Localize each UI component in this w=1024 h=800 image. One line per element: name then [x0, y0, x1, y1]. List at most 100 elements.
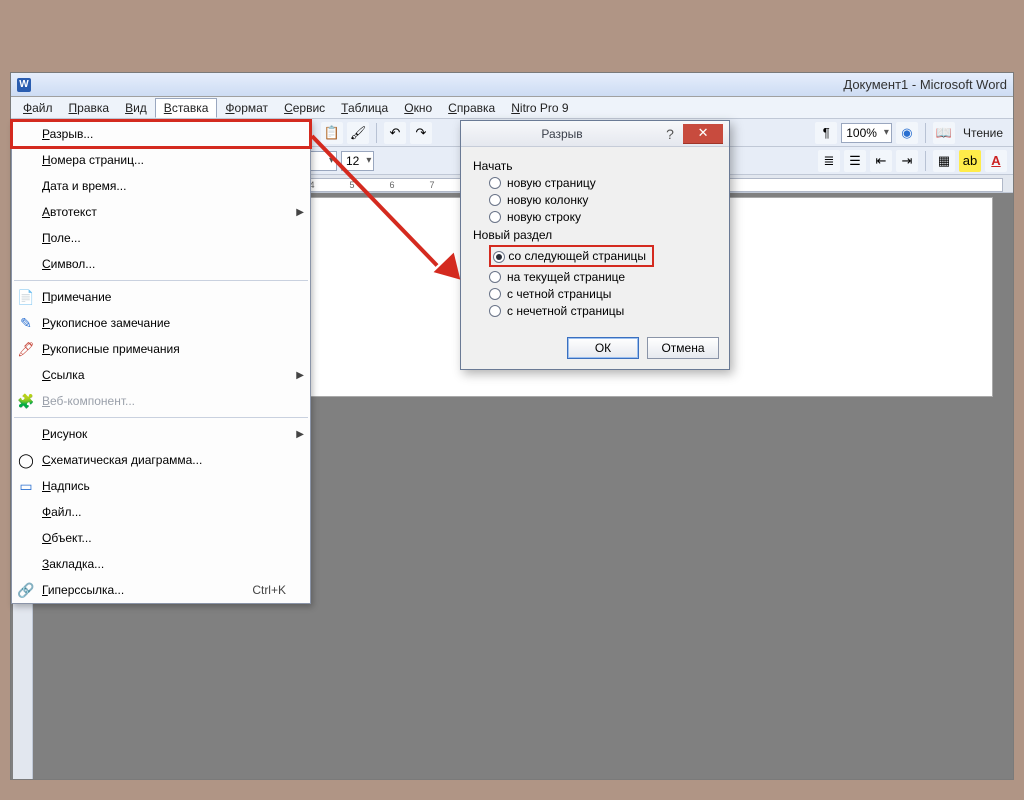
radio-label: с нечетной страницы	[507, 304, 624, 318]
borders-icon[interactable]: ▦	[933, 150, 955, 172]
menu-item[interactable]: 🖊 Рукописные примечания	[12, 336, 310, 362]
group-begin-label: Начать	[473, 159, 717, 173]
menu-правка[interactable]: Правка	[61, 99, 118, 117]
radio-icon	[489, 271, 501, 283]
menu-item-label: Надпись	[42, 479, 90, 493]
fontsize-value: 12	[346, 154, 359, 168]
radio-option[interactable]: новую страницу	[489, 176, 717, 190]
menu-вид[interactable]: Вид	[117, 99, 155, 117]
menu-item[interactable]: ✎Рукописное замечание	[12, 310, 310, 336]
selected-radio-highlight: со следующей страницы	[489, 245, 654, 267]
menu-item-label: Номера страниц...	[42, 153, 144, 167]
ink-note-icon: ✎	[17, 314, 35, 332]
menu-item[interactable]: ◯ Схематическая диаграмма...	[12, 447, 310, 473]
chevron-right-icon: ▶	[296, 207, 304, 218]
menu-item[interactable]: Дата и время...	[12, 173, 310, 199]
menu-формат[interactable]: Формат	[217, 99, 276, 117]
menu-item-label: Объект...	[42, 531, 92, 545]
menu-окно[interactable]: Окно	[396, 99, 440, 117]
group-section-label: Новый раздел	[473, 228, 717, 242]
radio-option[interactable]: новую строку	[489, 210, 717, 224]
menu-item[interactable]: Поле...	[12, 225, 310, 251]
reading-label[interactable]: Чтение	[959, 126, 1007, 140]
radio-label: на текущей странице	[507, 270, 625, 284]
word-icon: W	[17, 78, 31, 92]
menu-item-label: Примечание	[42, 290, 111, 304]
bullets-icon[interactable]: ≣	[818, 150, 840, 172]
radio-label: новую колонку	[507, 193, 588, 207]
menu-сервис[interactable]: Сервис	[276, 99, 333, 117]
radio-icon	[489, 194, 501, 206]
insert-menu-dropdown: Разрыв... Номера страниц... Дата и время..…	[11, 120, 311, 604]
pilcrow-icon[interactable]: ¶	[815, 122, 837, 144]
dialog-titlebar: Разрыв ? ✕	[461, 121, 729, 147]
menu-item-label: Рукописные примечания	[42, 342, 180, 356]
increase-indent-icon[interactable]: ⇥	[896, 150, 918, 172]
chevron-right-icon: ▶	[296, 429, 304, 440]
menu-item[interactable]: Номера страниц...	[12, 147, 310, 173]
note-icon: 📄	[17, 288, 35, 306]
menu-справка[interactable]: Справка	[440, 99, 503, 117]
menu-item[interactable]: ▭ Надпись	[12, 473, 310, 499]
menu-item: 🧩 Веб-компонент...	[12, 388, 310, 414]
menubar: ФайлПравкаВидВставкаФорматСервисТаблицаО…	[11, 97, 1013, 119]
format-painter-icon[interactable]: 🖌	[347, 122, 369, 144]
redo-icon[interactable]: ↷	[410, 122, 432, 144]
zoom-combo[interactable]: 100%	[841, 123, 892, 143]
chevron-right-icon: ▶	[296, 370, 304, 381]
break-dialog: Разрыв ? ✕ Начать новую страницу новую ко…	[460, 120, 730, 370]
menu-item[interactable]: Файл...	[12, 499, 310, 525]
menu-item-label: Схематическая диаграмма...	[42, 453, 202, 467]
help-icon[interactable]: ◉	[896, 122, 918, 144]
menu-item-label: Разрыв...	[42, 127, 93, 141]
radio-label: с четной страницы	[507, 287, 611, 301]
dialog-close-button[interactable]: ✕	[683, 124, 723, 144]
web-icon: 🧩	[17, 392, 35, 410]
radio-option[interactable]: с четной страницы	[489, 287, 717, 301]
menu-вставка[interactable]: Вставка	[155, 98, 218, 118]
highlight-icon[interactable]: ab	[959, 150, 981, 172]
menu-таблица[interactable]: Таблица	[333, 99, 396, 117]
radio-label: со следующей страницы	[508, 249, 646, 263]
paste-icon[interactable]: 📋	[321, 122, 343, 144]
menu-item[interactable]: Объект...	[12, 525, 310, 551]
menu-item-label: Гиперссылка...	[42, 583, 124, 597]
radio-option[interactable]: со следующей страницы	[489, 245, 717, 267]
menu-item[interactable]: Автотекст ▶	[12, 199, 310, 225]
radio-icon	[489, 288, 501, 300]
menu-item[interactable]: Разрыв...	[12, 121, 310, 147]
menu-item-label: Дата и время...	[42, 179, 126, 193]
menu-item-label: Веб-компонент...	[42, 394, 135, 408]
menu-nitro pro 9[interactable]: Nitro Pro 9	[503, 99, 576, 117]
radio-icon	[493, 251, 505, 263]
dialog-help-button[interactable]: ?	[657, 126, 683, 142]
menu-item[interactable]: Ссылка▶	[12, 362, 310, 388]
diagram-icon: ◯	[17, 451, 35, 469]
menu-item[interactable]: Закладка...	[12, 551, 310, 577]
cancel-button[interactable]: Отмена	[647, 337, 719, 359]
radio-icon	[489, 211, 501, 223]
radio-label: новую строку	[507, 210, 581, 224]
titlebar: W Документ1 - Microsoft Word	[11, 73, 1013, 97]
menu-item-label: Файл...	[42, 505, 82, 519]
window-title: Документ1 - Microsoft Word	[843, 77, 1007, 92]
menu-item-label: Автотекст	[42, 205, 97, 219]
numbering-icon[interactable]: ☰	[844, 150, 866, 172]
menu-файл[interactable]: Файл	[15, 99, 61, 117]
undo-icon[interactable]: ↶	[384, 122, 406, 144]
dialog-title: Разрыв	[541, 127, 582, 141]
textbox-icon: ▭	[17, 477, 35, 495]
menu-item[interactable]: Рисунок▶	[12, 421, 310, 447]
ink-icon: 🖊	[17, 340, 35, 358]
reading-icon: 📖	[933, 122, 955, 144]
menu-item[interactable]: Символ...	[12, 251, 310, 277]
menu-item[interactable]: 📄 Примечание	[12, 284, 310, 310]
menu-shortcut: Ctrl+K	[252, 583, 286, 597]
radio-option[interactable]: с нечетной страницы	[489, 304, 717, 318]
radio-option[interactable]: новую колонку	[489, 193, 717, 207]
decrease-indent-icon[interactable]: ⇤	[870, 150, 892, 172]
ok-button[interactable]: ОК	[567, 337, 639, 359]
menu-item[interactable]: 🔗Гиперссылка...Ctrl+K	[12, 577, 310, 603]
radio-option[interactable]: на текущей странице	[489, 270, 717, 284]
font-color-icon[interactable]: A	[985, 150, 1007, 172]
